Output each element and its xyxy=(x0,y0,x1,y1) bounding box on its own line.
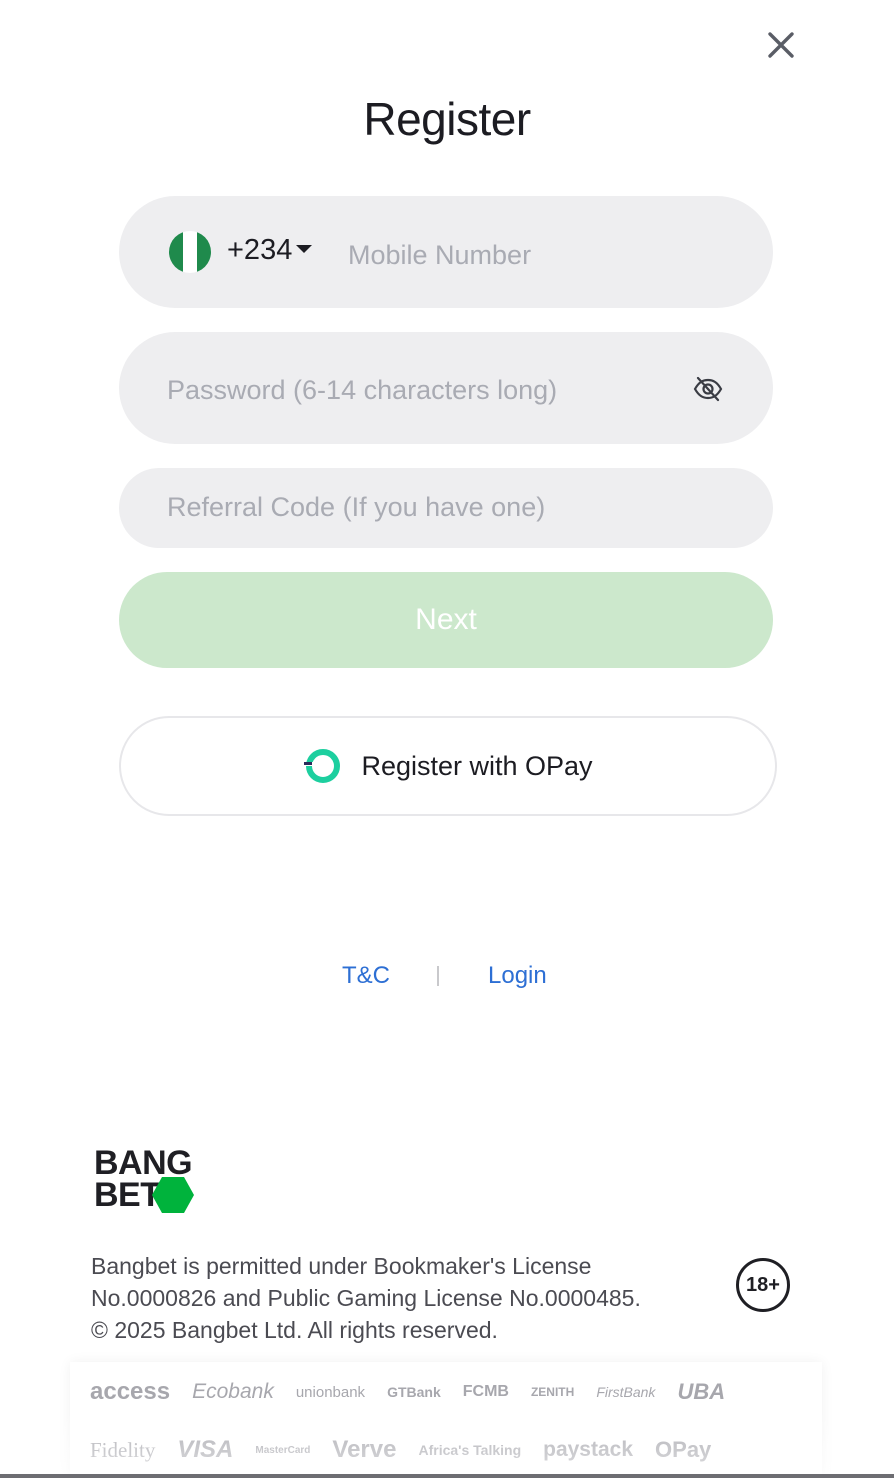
partner-uba: UBA xyxy=(677,1379,726,1404)
partners-strip: access Ecobank unionbank GTBank FCMB ZEN… xyxy=(70,1362,822,1478)
partners-row-2: Fidelity VISA MasterCard Verve Africa's … xyxy=(90,1436,733,1464)
partner-verve: Verve xyxy=(332,1436,397,1463)
referral-field[interactable]: Referral Code (If you have one) xyxy=(119,468,773,548)
partner-paystack: paystack xyxy=(543,1438,634,1461)
partners-row-1: access Ecobank unionbank GTBank FCMB ZEN… xyxy=(90,1378,747,1406)
password-input[interactable]: Password (6-14 characters long) xyxy=(167,375,580,406)
copyright: © 2025 Bangbet Ltd. All rights reserved. xyxy=(91,1317,498,1343)
country-code-value: +234 xyxy=(227,234,293,266)
partner-mastercard: MasterCard xyxy=(255,1444,311,1456)
partner-gtbank: GTBank xyxy=(387,1384,441,1400)
logo-line-1: BANG xyxy=(94,1144,193,1182)
age-18-badge: 18+ xyxy=(736,1258,790,1312)
bottom-edge-line xyxy=(0,1474,894,1478)
next-button[interactable]: Next xyxy=(119,572,773,668)
logo-line-2: BET xyxy=(94,1176,161,1214)
bangbet-logo: BANG BET xyxy=(94,1146,214,1218)
partner-ecobank: Ecobank xyxy=(192,1380,274,1403)
country-code-select[interactable]: +234 xyxy=(227,234,313,267)
partner-unionbank: unionbank xyxy=(295,1383,366,1401)
license-line-1: Bangbet is permitted under Bookmaker's L… xyxy=(91,1253,592,1279)
partner-visa: VISA xyxy=(177,1436,234,1463)
partner-opay: OPay xyxy=(655,1437,712,1462)
mobile-number-input[interactable]: Mobile Number xyxy=(348,240,531,271)
partner-fidelity: Fidelity xyxy=(90,1437,156,1462)
page-title: Register xyxy=(363,93,531,145)
terms-link[interactable]: T&C xyxy=(342,962,390,990)
green-hexagon-icon xyxy=(152,1177,194,1213)
nigeria-flag-icon xyxy=(169,231,211,273)
partner-africas-talking: Africa's Talking xyxy=(418,1442,522,1458)
password-field[interactable]: Password (6-14 characters long) xyxy=(119,332,773,444)
register-with-opay-button[interactable]: Register with OPay xyxy=(119,716,777,816)
link-divider xyxy=(437,966,439,986)
license-text: Bangbet is permitted under Bookmaker's L… xyxy=(91,1250,721,1346)
opay-logo-icon xyxy=(303,749,341,783)
referral-code-input[interactable]: Referral Code (If you have one) xyxy=(167,492,545,523)
opay-button-label: Register with OPay xyxy=(361,750,593,781)
caret-down-icon xyxy=(296,245,313,254)
partner-access: access xyxy=(90,1378,171,1405)
partner-fcmb: FCMB xyxy=(462,1383,509,1400)
login-link[interactable]: Login xyxy=(488,962,547,990)
partner-firstbank: FirstBank xyxy=(596,1384,656,1400)
partner-zenith: ZENITH xyxy=(530,1385,575,1399)
phone-field[interactable]: +234 Mobile Number xyxy=(119,196,773,308)
close-icon[interactable] xyxy=(764,28,798,62)
eye-off-icon[interactable] xyxy=(693,374,723,404)
license-line-2: No.0000826 and Public Gaming License No.… xyxy=(91,1285,641,1311)
